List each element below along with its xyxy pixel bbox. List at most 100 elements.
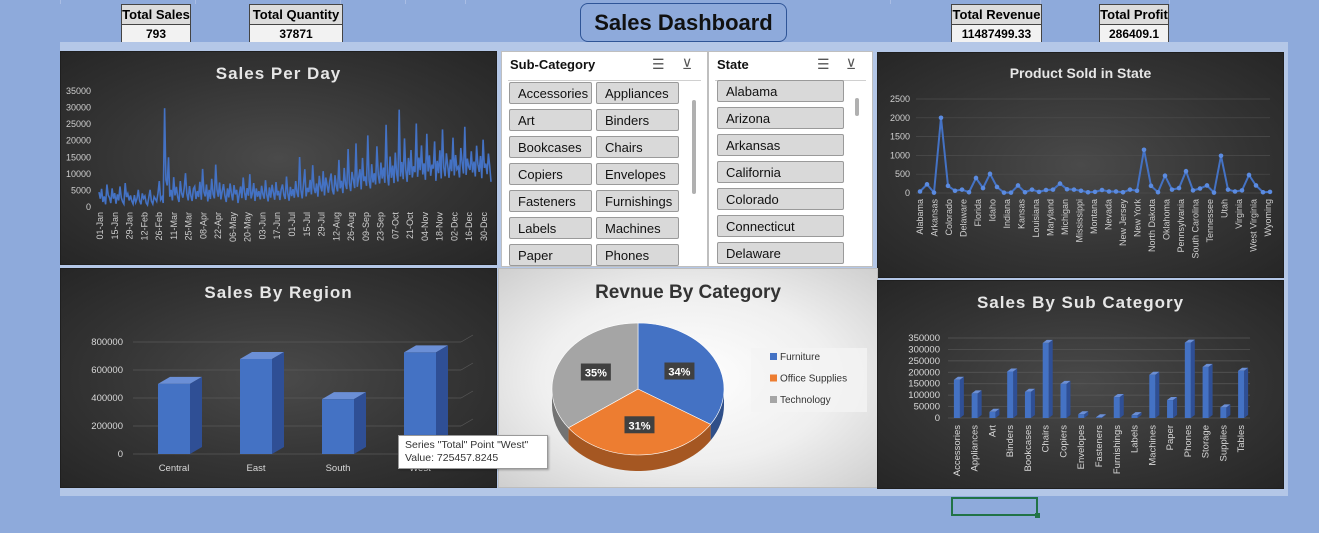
- data-point[interactable]: [1204, 183, 1210, 188]
- slicer-item-envelopes[interactable]: Envelopes: [596, 163, 679, 185]
- data-point[interactable]: [931, 190, 937, 195]
- kpi-total-quantity[interactable]: Total Quantity 37871: [249, 4, 343, 43]
- data-point[interactable]: [1092, 189, 1098, 195]
- data-point[interactable]: [1064, 186, 1070, 192]
- data-point[interactable]: [1197, 186, 1203, 191]
- data-point[interactable]: [1001, 190, 1007, 195]
- slicer-item-accessories[interactable]: Accessories: [509, 82, 592, 104]
- data-point[interactable]: [1225, 187, 1231, 192]
- slicer-item-paper[interactable]: Paper: [509, 244, 592, 266]
- data-point[interactable]: [1169, 187, 1175, 192]
- chart-sales-per-day[interactable]: Sales Per Day 35000 30000 25000 20000 15000 1…: [60, 51, 497, 265]
- slicer-item-chairs[interactable]: Chairs: [596, 136, 679, 158]
- data-point[interactable]: [1253, 183, 1259, 188]
- data-point[interactable]: [1106, 189, 1112, 194]
- chart-sales-by-sub-category[interactable]: Sales By Sub Category 350000 300000 250000…: [877, 280, 1284, 489]
- slicer-item-phones[interactable]: Phones: [596, 244, 679, 266]
- bar-copiers[interactable]: [1060, 380, 1071, 418]
- data-point[interactable]: [1113, 189, 1119, 194]
- data-point[interactable]: [1148, 183, 1154, 189]
- slicer-sub-category[interactable]: Sub-Category ☰ ⊻ Accessories Appliances Ar…: [501, 51, 708, 267]
- slicer-scrollbar[interactable]: [692, 100, 696, 194]
- bar-bookcases[interactable]: [1024, 388, 1035, 418]
- data-point[interactable]: [1267, 189, 1273, 195]
- data-point[interactable]: [1120, 189, 1126, 195]
- data-point[interactable]: [973, 175, 979, 181]
- chart-product-sold-in-state[interactable]: Product Sold in State 2500 2000 1500 1000 50…: [877, 52, 1284, 278]
- data-point[interactable]: [1078, 188, 1084, 194]
- slicer-item-arizona[interactable]: Arizona: [717, 107, 844, 129]
- data-point[interactable]: [1162, 173, 1168, 179]
- data-point[interactable]: [1190, 188, 1196, 193]
- bar-central[interactable]: [158, 376, 202, 454]
- slicer-item-california[interactable]: California: [717, 161, 844, 183]
- slicer-item-fasteners[interactable]: Fasteners: [509, 190, 592, 212]
- slicer-item-art[interactable]: Art: [509, 109, 592, 131]
- slicer-item-furnishings[interactable]: Furnishings: [596, 190, 679, 212]
- multi-select-icon[interactable]: ☰: [652, 56, 665, 73]
- bar-binders[interactable]: [1007, 368, 1018, 418]
- slicer-item-colorado[interactable]: Colorado: [717, 188, 844, 210]
- bar-machines[interactable]: [1149, 371, 1160, 418]
- data-point[interactable]: [1155, 189, 1161, 195]
- data-point[interactable]: [1071, 187, 1077, 192]
- data-point[interactable]: [987, 171, 993, 177]
- bar-art[interactable]: [989, 408, 1000, 418]
- bar-furnishings[interactable]: [1113, 394, 1124, 418]
- data-point[interactable]: [1085, 189, 1091, 195]
- slicer-item-binders[interactable]: Binders: [596, 109, 679, 131]
- data-point[interactable]: [1008, 190, 1014, 195]
- data-point[interactable]: [1036, 189, 1042, 195]
- bar-envelopes[interactable]: [1078, 411, 1089, 418]
- data-point[interactable]: [1232, 189, 1238, 194]
- data-point[interactable]: [994, 184, 1000, 190]
- data-point[interactable]: [938, 115, 944, 121]
- data-point[interactable]: [1176, 185, 1182, 191]
- data-point[interactable]: [945, 183, 951, 189]
- kpi-total-profit[interactable]: Total Profit 286409.1: [1099, 4, 1169, 43]
- slicer-item-appliances[interactable]: Appliances: [596, 82, 679, 104]
- data-point[interactable]: [1050, 187, 1056, 192]
- bar-phones[interactable]: [1184, 339, 1195, 418]
- data-point[interactable]: [1127, 187, 1133, 192]
- selected-cell[interactable]: [951, 497, 1040, 518]
- data-point[interactable]: [966, 189, 972, 195]
- bar-supplies[interactable]: [1220, 404, 1231, 418]
- bar-tables[interactable]: [1238, 367, 1249, 418]
- slicer-item-alabama[interactable]: Alabama: [717, 80, 844, 102]
- data-point[interactable]: [1246, 172, 1252, 178]
- bar-east[interactable]: [240, 351, 284, 454]
- data-point[interactable]: [917, 189, 923, 194]
- slicer-item-copiers[interactable]: Copiers: [509, 163, 592, 185]
- data-point[interactable]: [1022, 189, 1028, 195]
- chart-revenue-by-category[interactable]: Revnue By Category 34% 31% 35% Furniture Off…: [498, 268, 878, 488]
- slicer-scrollbar[interactable]: [855, 98, 859, 116]
- clear-filter-icon[interactable]: ⊻: [846, 56, 856, 73]
- bar-fasteners[interactable]: [1096, 414, 1106, 418]
- dashboard-title[interactable]: Sales Dashboard: [580, 3, 787, 42]
- slicer-item-delaware[interactable]: Delaware: [717, 242, 844, 264]
- kpi-total-revenue[interactable]: Total Revenue 11487499.33: [951, 4, 1042, 43]
- data-point[interactable]: [1057, 181, 1063, 186]
- bar-appliances[interactable]: [971, 390, 982, 418]
- data-point[interactable]: [1183, 168, 1189, 174]
- data-point[interactable]: [1134, 188, 1140, 194]
- data-point[interactable]: [1260, 189, 1266, 195]
- bar-south[interactable]: [322, 392, 366, 454]
- slicer-state[interactable]: State ☰ ⊻ Alabama Arizona Arkansas Californ…: [708, 51, 873, 267]
- bar-paper[interactable]: [1167, 397, 1178, 418]
- bar-storage[interactable]: [1202, 363, 1213, 418]
- data-point[interactable]: [1029, 187, 1035, 192]
- data-point[interactable]: [1211, 190, 1217, 195]
- bar-chairs[interactable]: [1042, 339, 1053, 418]
- data-point[interactable]: [952, 188, 958, 194]
- slicer-item-arkansas[interactable]: Arkansas: [717, 134, 844, 156]
- data-point[interactable]: [1099, 187, 1105, 193]
- slicer-item-bookcases[interactable]: Bookcases: [509, 136, 592, 158]
- data-point[interactable]: [1043, 187, 1049, 193]
- bar-labels[interactable]: [1131, 412, 1142, 418]
- clear-filter-icon[interactable]: ⊻: [682, 56, 692, 73]
- slicer-item-machines[interactable]: Machines: [596, 217, 679, 239]
- bar-accessories[interactable]: [953, 376, 964, 418]
- data-point[interactable]: [1141, 147, 1147, 153]
